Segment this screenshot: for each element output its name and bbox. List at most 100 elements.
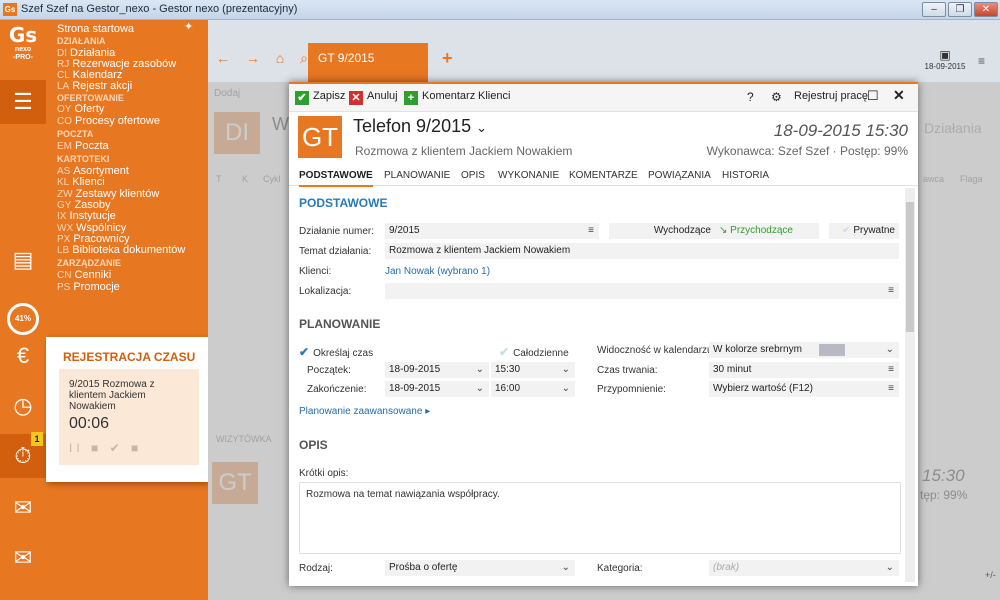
lokalizacja-field[interactable]: ≡ (385, 283, 899, 299)
nav-item-rejestr[interactable]: LA Rejestr akcji (57, 80, 132, 93)
minimize-icon[interactable]: – (922, 2, 946, 17)
nav-item-biblioteka[interactable]: LB Biblioteka dokumentów (57, 244, 185, 257)
dialog-title[interactable]: Telefon 9/2015 ⌄ (353, 116, 487, 137)
nav-group-head: POCZTA (57, 129, 94, 139)
timer-controls[interactable]: II ■ ✔ ■ (69, 441, 142, 455)
chevron-down-icon: ⌄ (885, 344, 894, 355)
menu-icon[interactable]: ☰ (0, 80, 46, 124)
money-icon[interactable]: € (0, 334, 46, 378)
incoming-icon: ↘ (719, 225, 731, 236)
plus-minus-label[interactable]: +/- (985, 570, 996, 580)
mail-send-icon[interactable]: ✉ (0, 486, 46, 530)
app-logo[interactable]: Gs nexo -PRO- (0, 20, 46, 76)
zakonczenie-date[interactable]: 18-09-2015 ⌄ (385, 381, 489, 397)
timer-description: 9/2015 Rozmowa z klientem Jackiem Nowaki… (69, 379, 155, 412)
tab-gt[interactable]: GT 9/2015 (308, 43, 428, 82)
nav-group-head: ZARZĄDZANIE (57, 258, 121, 268)
nav-group-head: OFERTOWANIE (57, 93, 124, 103)
help-icon[interactable]: ? (747, 90, 754, 104)
color-swatch (819, 344, 845, 356)
przypomnienie-label: Przypomnienie: (597, 384, 666, 395)
cancel-button[interactable]: ✕ Anuluj (349, 90, 398, 105)
nav-arrows[interactable]: ← → ⌂ ⌕ (216, 50, 314, 67)
krotki-opis-label: Krótki opis: (299, 468, 349, 479)
time-registration-popup: REJESTRACJA CZASU 9/2015 Rozmowa z klien… (46, 337, 208, 482)
chevron-down-icon: ⌄ (475, 364, 484, 375)
dialog-scroll-thumb[interactable] (906, 202, 914, 332)
poczatek-label: Początek: (307, 365, 351, 376)
nav-panel: Strona startowa ✦ DZIAŁANIA DI Działania … (46, 20, 208, 600)
tab-wykonanie[interactable]: WYKONANIE (498, 170, 559, 181)
chevron-down-icon: ⌄ (561, 562, 570, 573)
list-icon: ≡ (888, 285, 894, 296)
prywatne-checkbox[interactable]: ✔ Prywatne (829, 223, 899, 239)
kategoria-select[interactable]: (brak) ⌄ (709, 560, 899, 576)
checkbox-icon: ✔ (499, 345, 510, 359)
nav-item-procesy[interactable]: CO Procesy ofertowe (57, 115, 160, 128)
mail-icon[interactable]: ✉ (0, 536, 46, 580)
checkbox-icon: ✔ (842, 225, 854, 236)
hamburger-icon[interactable]: ≡ (978, 54, 985, 68)
document-icon[interactable]: ▤ (0, 238, 46, 282)
add-tab-icon[interactable]: + (442, 48, 453, 69)
krotki-opis-textarea[interactable]: Rozmowa na temat nawiązania współpracy. (299, 482, 901, 554)
nav-item-promocje[interactable]: PS Promocje (57, 281, 120, 294)
poczatek-time[interactable]: 15:30 ⌄ (491, 362, 575, 378)
tab-powiazania[interactable]: POWIĄZANIA (648, 170, 711, 181)
type-badge: GT (298, 116, 342, 158)
chevron-down-icon: ⌄ (475, 383, 484, 394)
nav-group-head: KARTOTEKI (57, 154, 110, 164)
czas-field[interactable]: 30 minut ≡ (709, 362, 899, 378)
tab-komentarze[interactable]: KOMENTARZE (569, 170, 638, 181)
progress-ring[interactable]: 41% (7, 303, 39, 335)
executor-progress: Wykonawca: Szef Szef · Postęp: 99% (706, 144, 908, 158)
wychodzace-toggle[interactable]: Wychodzące (609, 223, 715, 239)
rodzaj-select[interactable]: Prośba o ofertę ⌄ (385, 560, 575, 576)
window-titlebar: Gs Szef Szef na Gestor_nexo - Gestor nex… (0, 0, 1000, 20)
klienci-link[interactable]: Jan Nowak (wybrano 1) (385, 266, 490, 277)
save-button[interactable]: ✔ Zapisz (295, 90, 345, 105)
list-icon: ≡ (888, 364, 894, 375)
temat-label: Temat działania: (299, 246, 372, 257)
section-podstawowe: PODSTAWOWE (299, 196, 388, 210)
chevron-down-icon: ⌄ (561, 364, 570, 375)
pin-icon[interactable]: ✦ (184, 20, 193, 33)
calodzienne-checkbox[interactable]: ✔ Całodzienne (499, 345, 569, 359)
przypomnienie-field[interactable]: Wybierz wartość (F12) ≡ (709, 381, 899, 397)
tab-planowanie[interactable]: PLANOWANIE (384, 170, 450, 181)
lokalizacja-label: Lokalizacja: (299, 286, 352, 297)
rodzaj-label: Rodzaj: (299, 563, 333, 574)
cross-icon: ✕ (349, 91, 363, 105)
temat-field[interactable]: Rozmowa z klientem Jackiem Nowakiem (385, 243, 899, 259)
widocznosc-label: Widoczność w kalendarzu: (597, 345, 716, 356)
activity-dialog: ✔ Zapisz ✕ Anuluj + Komentarz Klienci ? ⚙ R… (289, 82, 918, 586)
nav-start[interactable]: Strona startowa (57, 23, 134, 35)
maximize-icon[interactable]: ❐ (948, 2, 972, 17)
clients-button[interactable]: Klienci (478, 90, 510, 102)
checkbox-checked-icon: ✔ (299, 345, 310, 359)
tab-historia[interactable]: HISTORIA (722, 170, 769, 181)
register-work-button[interactable]: Rejestruj pracę (794, 90, 868, 102)
section-planowanie: PLANOWANIE (299, 317, 381, 331)
dzialanie-field[interactable]: 9/2015 ≡ (385, 223, 599, 239)
widocznosc-select[interactable]: W kolorze srebrnym ⌄ (709, 342, 899, 358)
gear-icon[interactable]: ⚙ (771, 90, 782, 104)
przychodzace-toggle[interactable]: ↘ Przychodzące (715, 223, 819, 239)
calendar-widget[interactable]: ▣ 18-09-2015 (920, 48, 970, 76)
comment-button[interactable]: + Komentarz (404, 90, 475, 105)
tab-opis[interactable]: OPIS (461, 170, 485, 181)
close-icon[interactable]: ✕ (974, 2, 998, 17)
zakonczenie-time[interactable]: 16:00 ⌄ (491, 381, 575, 397)
window-icon[interactable]: ☐ (867, 88, 879, 104)
poczatek-date[interactable]: 18-09-2015 ⌄ (385, 362, 489, 378)
okreslaj-checkbox[interactable]: ✔ Określaj czas (299, 345, 373, 359)
tab-podstawowe[interactable]: PODSTAWOWE (299, 170, 373, 187)
window-title: Szef Szef na Gestor_nexo - Gestor nexo (… (21, 3, 298, 15)
dialog-toolbar: ✔ Zapisz ✕ Anuluj + Komentarz Klienci ? ⚙ R… (289, 84, 918, 112)
calendar-clock-icon[interactable]: ◷ (0, 384, 46, 428)
nav-item-poczta[interactable]: EM Poczta (57, 140, 109, 153)
planowanie-zaawansowane-link[interactable]: Planowanie zaawansowane ▸ (299, 406, 430, 417)
close-dialog-icon[interactable]: ✕ (893, 87, 905, 104)
dialog-tabs: PODSTAWOWE PLANOWANIE OPIS WYKONANIE KOM… (289, 166, 918, 187)
timer-card[interactable]: 9/2015 Rozmowa z klientem Jackiem Nowaki… (59, 369, 199, 465)
